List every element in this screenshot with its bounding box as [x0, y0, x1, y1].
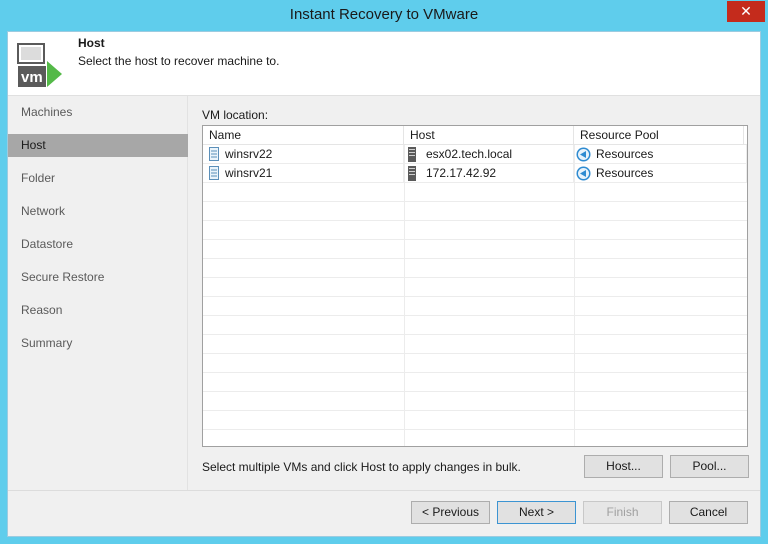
- page-subtitle: Select the host to recover machine to.: [78, 54, 280, 68]
- vm-file-icon: [209, 166, 219, 180]
- host-button[interactable]: Host...: [584, 455, 663, 478]
- table-row-empty: [203, 202, 747, 221]
- resource-pool-icon: [576, 147, 591, 162]
- server-icon: [408, 147, 416, 162]
- name-cell: winsrv21: [203, 164, 404, 183]
- table-row-empty: [203, 297, 747, 316]
- table-row-empty: [203, 335, 747, 354]
- sidebar-item-folder[interactable]: Folder: [8, 167, 188, 190]
- resource-pool-name: Resources: [596, 147, 654, 161]
- server-icon: [408, 166, 416, 181]
- bulk-hint-text: Select multiple VMs and click Host to ap…: [202, 460, 521, 474]
- sidebar-item-host[interactable]: Host: [8, 134, 188, 157]
- sidebar-item-datastore[interactable]: Datastore: [8, 233, 188, 256]
- table-row[interactable]: winsrv21 172.17.42.92 Resources: [203, 164, 747, 183]
- footer-divider: [8, 490, 760, 491]
- table-row-empty: [203, 183, 747, 202]
- sidebar-item-network[interactable]: Network: [8, 200, 188, 223]
- resource-pool-name: Resources: [596, 166, 654, 180]
- table-row-empty: [203, 373, 747, 392]
- page-title: Host: [78, 36, 105, 50]
- table-row-empty: [203, 278, 747, 297]
- vm-location-table[interactable]: Name Host Resource Pool winsrv22 esx02.t…: [202, 125, 748, 447]
- wizard-steps: Machines Host Folder Network Datastore S…: [8, 96, 188, 490]
- name-cell: winsrv22: [203, 145, 404, 164]
- sidebar-item-machines[interactable]: Machines: [8, 101, 188, 124]
- vm-file-icon: [209, 147, 219, 161]
- resource-pool-icon: [576, 166, 591, 181]
- vm-name: winsrv21: [225, 166, 273, 180]
- wizard-header: vm Host Select the host to recover machi…: [8, 32, 760, 96]
- wizard-window: Instant Recovery to VMware ✕ vm Host Sel…: [0, 0, 768, 544]
- previous-button[interactable]: < Previous: [411, 501, 490, 524]
- table-row-empty: [203, 392, 747, 411]
- table-row-empty: [203, 221, 747, 240]
- cancel-button[interactable]: Cancel: [669, 501, 748, 524]
- table-row-empty: [203, 240, 747, 259]
- resource-pool-cell: Resources: [574, 145, 747, 164]
- host-cell: esx02.tech.local: [404, 145, 574, 164]
- svg-text:vm: vm: [21, 69, 43, 86]
- column-header-name[interactable]: Name: [203, 126, 404, 145]
- next-button[interactable]: Next >: [497, 501, 576, 524]
- table-row-empty: [203, 354, 747, 373]
- vm-location-label: VM location:: [202, 108, 269, 122]
- pool-button[interactable]: Pool...: [670, 455, 749, 478]
- host-name: 172.17.42.92: [426, 166, 497, 180]
- column-header-resource-pool[interactable]: Resource Pool: [574, 126, 744, 145]
- title-bar[interactable]: Instant Recovery to VMware ✕: [0, 0, 768, 31]
- step-content: VM location: Name Host Resource Pool win…: [188, 96, 760, 490]
- vm-icon: vm: [16, 42, 64, 90]
- sidebar-item-reason[interactable]: Reason: [8, 299, 188, 322]
- vm-name: winsrv22: [225, 147, 273, 161]
- wizard-client: vm Host Select the host to recover machi…: [7, 31, 761, 537]
- host-name: esx02.tech.local: [426, 147, 513, 161]
- host-cell: 172.17.42.92: [404, 164, 574, 183]
- table-row-empty: [203, 411, 747, 430]
- table-row-empty: [203, 259, 747, 278]
- window-title: Instant Recovery to VMware: [289, 6, 479, 23]
- sidebar-item-secure-restore[interactable]: Secure Restore: [8, 266, 188, 289]
- table-row[interactable]: winsrv22 esx02.tech.local Resources: [203, 145, 747, 164]
- finish-button[interactable]: Finish: [583, 501, 662, 524]
- close-icon: ✕: [740, 3, 752, 19]
- table-header: Name Host Resource Pool: [203, 126, 747, 145]
- column-header-host[interactable]: Host: [404, 126, 574, 145]
- sidebar-item-summary[interactable]: Summary: [8, 332, 188, 355]
- table-row-empty: [203, 316, 747, 335]
- resource-pool-cell: Resources: [574, 164, 747, 183]
- close-button[interactable]: ✕: [727, 1, 765, 22]
